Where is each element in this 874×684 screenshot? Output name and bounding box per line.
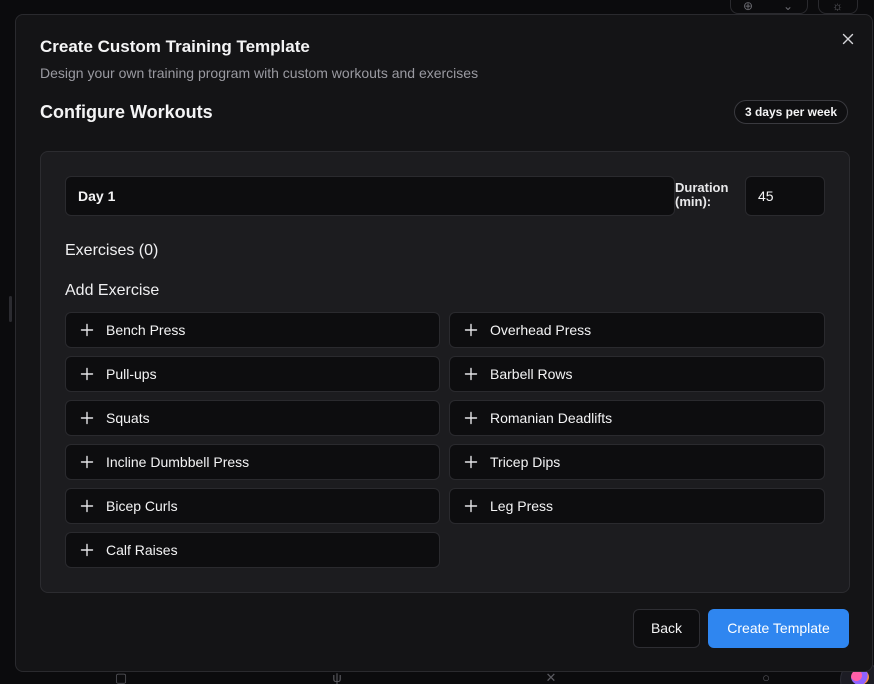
add-exercise-button[interactable]: Bench Press — [65, 312, 440, 348]
add-exercise-button[interactable]: Bicep Curls — [65, 488, 440, 524]
background-topbar: ⊕ ⌄ ☼ — [0, 0, 874, 14]
exercises-heading: Exercises (0) — [65, 242, 159, 259]
add-exercise-button[interactable]: Leg Press — [449, 488, 825, 524]
exercise-label: Barbell Rows — [490, 366, 573, 382]
exercise-label: Pull-ups — [106, 366, 157, 382]
plus-icon — [80, 543, 94, 557]
theme-toggle-button[interactable]: ☼ — [818, 0, 858, 14]
plus-icon — [80, 323, 94, 337]
exercise-label: Leg Press — [490, 498, 554, 514]
plus-icon — [464, 411, 478, 425]
exercise-label: Incline Dumbbell Press — [106, 454, 250, 470]
close-icon[interactable] — [840, 31, 856, 47]
add-exercise-button[interactable]: Incline Dumbbell Press — [65, 444, 440, 480]
globe-icon: ⊕ — [743, 0, 754, 13]
create-template-button[interactable]: Create Template — [708, 609, 849, 648]
add-exercise-button[interactable]: Barbell Rows — [449, 356, 825, 392]
chevron-down-icon: ⌄ — [783, 0, 794, 13]
exercise-label: Overhead Press — [490, 322, 592, 338]
configure-workouts-title: Configure Workouts — [40, 102, 213, 122]
exercise-label: Bench Press — [106, 322, 186, 338]
day-name-input[interactable] — [65, 176, 675, 216]
add-exercise-button[interactable]: Overhead Press — [449, 312, 825, 348]
duration-label: Duration (min): — [675, 180, 729, 209]
sidebar-resize-handle[interactable] — [9, 296, 12, 322]
frequency-badge: 3 days per week — [733, 100, 848, 124]
plus-icon — [464, 367, 478, 381]
plus-icon — [464, 323, 478, 337]
create-template-dialog: Create Custom Training Template Design y… — [15, 14, 873, 672]
profile-icon[interactable]: ○ — [757, 670, 775, 684]
plus-icon — [80, 499, 94, 513]
plus-icon — [80, 367, 94, 381]
exercise-label: Squats — [106, 410, 150, 426]
workout-icon[interactable]: ✕ — [542, 670, 560, 684]
workout-day-card: Duration (min): Exercises (0) Add Exerci… — [40, 151, 850, 593]
nutrition-icon[interactable]: ψ — [328, 670, 346, 684]
plus-icon — [464, 455, 478, 469]
dialog-subtitle: Design your own training program with cu… — [40, 65, 479, 81]
add-exercise-button[interactable]: Squats — [65, 400, 440, 436]
sun-icon: ☼ — [832, 0, 843, 13]
dashboard-icon[interactable]: ▢ — [112, 670, 130, 684]
exercise-label: Tricep Dips — [490, 454, 561, 470]
add-exercise-heading: Add Exercise — [65, 282, 160, 299]
add-exercise-button[interactable]: Romanian Deadlifts — [449, 400, 825, 436]
add-exercise-button[interactable]: Pull-ups — [65, 356, 440, 392]
language-selector[interactable]: ⊕ ⌄ — [730, 0, 808, 14]
plus-icon — [464, 499, 478, 513]
exercise-options-grid: Bench Press Overhead Press Pull-ups Barb… — [65, 312, 825, 568]
back-button[interactable]: Back — [633, 609, 700, 648]
dialog-title: Create Custom Training Template — [40, 37, 310, 56]
add-exercise-button[interactable]: Calf Raises — [65, 532, 440, 568]
plus-icon — [80, 411, 94, 425]
plus-icon — [80, 455, 94, 469]
duration-input[interactable] — [745, 176, 825, 216]
exercise-label: Romanian Deadlifts — [490, 410, 613, 426]
exercise-label: Calf Raises — [106, 542, 178, 558]
add-exercise-button[interactable]: Tricep Dips — [449, 444, 825, 480]
exercise-label: Bicep Curls — [106, 498, 178, 514]
